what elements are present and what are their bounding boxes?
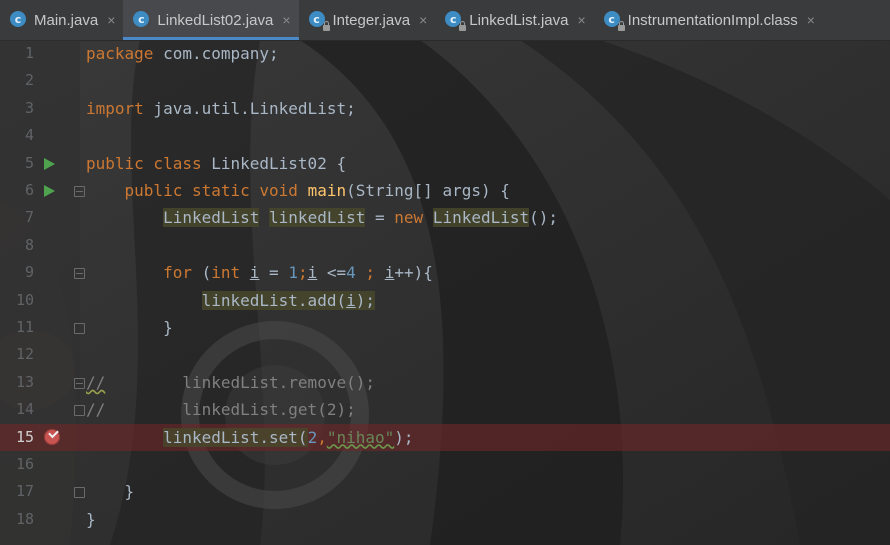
fold-comment-end-icon[interactable] [74,405,85,417]
line-number: 2 [24,71,34,90]
fold-method-icon[interactable] [74,186,85,197]
line-number: 10 [15,290,34,309]
line-number: 15 [15,427,34,446]
code-line-3[interactable]: import java.util.LinkedList; [0,95,890,122]
line-number: 6 [24,181,34,199]
tab-label: LinkedList.java [469,11,569,29]
fold-method-end-icon[interactable] [74,487,85,499]
line-number: 13 [15,372,34,391]
lock-icon [617,21,625,31]
code-line-9[interactable]: for (int i = 1;i <=4 ; i++){ [0,259,890,286]
fold-comment-icon[interactable] [74,377,85,389]
breakpoint-icon[interactable] [44,428,60,445]
line-number: 8 [24,235,34,254]
tab-label: Integer.java [332,11,411,29]
editor-tab[interactable]: c LinkedList.java × [435,0,593,40]
java-class-icon: c [445,11,467,31]
java-class-icon: c [603,11,625,31]
code-line-5[interactable]: public class LinkedList02 { [0,150,890,177]
lock-icon [459,21,467,31]
editor-tab[interactable]: c InstrumentationImpl.class × [594,0,823,40]
line-number: 1 [24,44,34,62]
close-tab-icon[interactable]: × [107,12,115,28]
fold-for-icon[interactable] [74,268,85,280]
code-line-7[interactable]: LinkedList linkedList = new LinkedList()… [0,204,890,231]
code-line-11[interactable]: } [0,314,890,341]
line-number: 12 [15,345,34,364]
close-tab-icon[interactable]: × [282,12,290,28]
close-tab-icon[interactable]: × [419,12,427,28]
line-number: 14 [15,400,34,419]
code-line-14[interactable]: // linkedList.get(2); [0,396,890,423]
code-line-18[interactable]: } [0,506,890,533]
ide-window: c Main.java × c LinkedList02.java × c Integer.j… [0,0,890,545]
tab-label: InstrumentationImpl.class [627,11,798,29]
code-line-17[interactable]: } [0,478,890,505]
run-class-icon[interactable] [44,157,55,170]
line-number: 18 [15,509,34,528]
code-line-10[interactable]: linkedList.add(i); [0,287,890,314]
editor-tab[interactable]: c Integer.java × [299,0,436,40]
line-number: 11 [15,318,34,336]
line-number: 7 [24,208,34,227]
line-number: 3 [24,98,34,117]
editor-tab-bar: c Main.java × c LinkedList02.java × c Integer.j… [0,0,890,41]
tab-label: LinkedList02.java [157,11,274,29]
code-line-6[interactable]: public static void main(String[] args) { [0,177,890,204]
lock-icon [322,21,330,31]
run-main-icon[interactable] [44,185,55,197]
java-class-icon: c [10,11,28,29]
code-line-1[interactable]: package com.company; [0,40,890,67]
code-line-13[interactable]: // linkedList.remove(); [0,369,890,396]
editor-tab[interactable]: c LinkedList02.java × [123,0,299,40]
java-class-icon: c [133,11,151,29]
code-line-15-breakpoint[interactable]: linkedList.set(2,"nihao"); [0,423,890,451]
line-number: 17 [15,482,34,501]
close-tab-icon[interactable]: × [807,12,815,28]
line-number: 9 [24,263,34,282]
fold-end-icon[interactable] [74,323,85,334]
java-class-icon: c [308,11,330,31]
code-editor[interactable]: package com.company; import java.util.Li… [0,40,890,545]
line-number: 5 [24,153,34,172]
editor-tab[interactable]: c Main.java × [0,0,123,40]
close-tab-icon[interactable]: × [577,12,585,28]
tab-label: Main.java [34,11,99,29]
line-number: 16 [15,455,34,473]
line-number: 4 [24,126,34,145]
